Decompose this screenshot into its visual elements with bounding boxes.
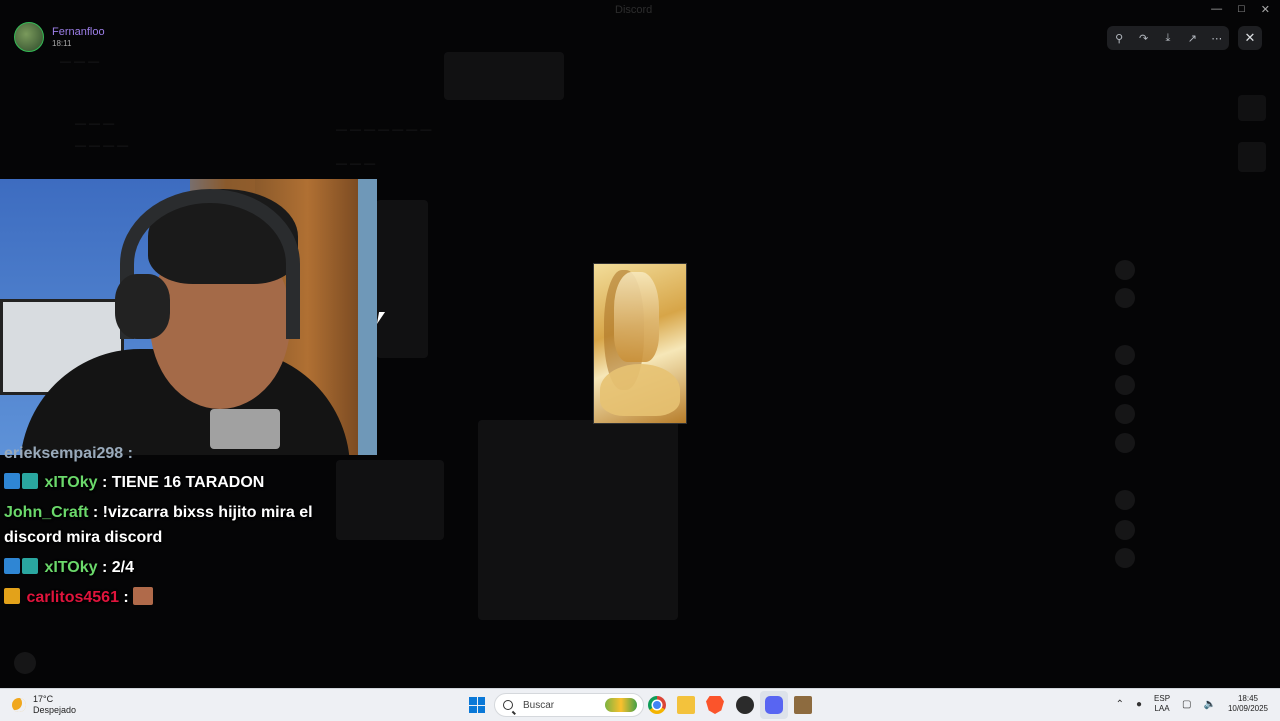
viewed-image[interactable]: [594, 264, 686, 423]
window-controls: — □ ✕: [1211, 3, 1270, 16]
ghost-text: — — — — — — —: [336, 124, 432, 136]
brave-icon[interactable]: [706, 696, 724, 714]
ghost-text: — — —: [75, 118, 115, 130]
chevron-up-icon[interactable]: ⌃: [1116, 699, 1124, 710]
image-author: Fernanfloo 18:11: [14, 22, 105, 52]
avatar[interactable]: [14, 22, 44, 52]
prime-badge-icon: [22, 558, 38, 574]
ghost-avatar: [1115, 404, 1135, 424]
author-name[interactable]: Fernanfloo: [52, 26, 105, 38]
discord-icon[interactable]: [765, 696, 783, 714]
weather-widget[interactable]: 17°C Despejado: [12, 694, 76, 716]
chat-message: carlitos4561 :: [4, 585, 374, 610]
ghost-avatar: [1115, 288, 1135, 308]
chrome-icon[interactable]: [648, 696, 666, 714]
download-icon[interactable]: ⤓: [1159, 29, 1177, 47]
emote-icon: [133, 587, 154, 605]
system-tray: ⌃ ● ESP LAA ▢ 🔈 18:45 10/09/2025: [1116, 694, 1268, 714]
cam-shelf: [358, 179, 377, 455]
webcam-overlay: [0, 179, 377, 455]
volume-icon[interactable]: 🔈: [1204, 699, 1216, 710]
crown-badge-icon: [4, 588, 20, 604]
chat-message: John_Craft : !vizcarra bixss hijito mira…: [4, 504, 313, 546]
chat-username: John_Craft: [4, 504, 89, 521]
weather-temp: 17°C: [33, 694, 54, 704]
chat-partial-line: erieksempai298 :: [4, 445, 133, 462]
ghost-text: — — — —: [75, 140, 129, 152]
maximize-icon[interactable]: □: [1238, 3, 1245, 16]
ghost-avatar: [14, 652, 36, 674]
ghost-avatar: [1115, 433, 1135, 453]
ghost-avatar: [1115, 260, 1135, 280]
ghost-text: — — —: [336, 158, 376, 170]
image-figure-base: [600, 364, 680, 416]
ghost-text: — — —: [60, 56, 100, 68]
ghost-avatar: [1115, 490, 1135, 510]
ghost-avatar: [1115, 520, 1135, 540]
clock[interactable]: 18:45 10/09/2025: [1228, 694, 1268, 714]
obs-icon[interactable]: [736, 696, 754, 714]
ghost-avatar: [1115, 548, 1135, 568]
chat-username: xITOky: [44, 559, 98, 576]
image-viewer-toolbar: ⚲ ↷ ⤓ ↗ ⋯: [1107, 26, 1229, 50]
chat-message: xITOky : TIENE 16 TARADON: [4, 470, 374, 495]
headphone-earcup: [115, 274, 170, 339]
ghost-avatar: [1115, 345, 1135, 365]
more-icon[interactable]: ⋯: [1208, 29, 1226, 47]
cam-shirt-print: [210, 409, 280, 449]
minimize-icon[interactable]: —: [1211, 3, 1222, 16]
ghost-avatar: [1115, 375, 1135, 395]
taskbar-search[interactable]: Buscar: [494, 693, 644, 717]
twitch-badge-icon: [4, 558, 20, 574]
close-icon: ✕: [1244, 30, 1256, 45]
taskbar: 17°C Despejado Buscar ⌃ ● ESP LAA ▢ 🔈 18…: [0, 688, 1280, 721]
moon-icon: [12, 698, 26, 712]
ghost-media: [444, 52, 564, 100]
language-indicator[interactable]: ESP LAA: [1154, 694, 1170, 714]
twitch-badge-icon: [4, 473, 20, 489]
window-title: Discord: [615, 4, 653, 16]
search-placeholder: Buscar: [523, 699, 555, 711]
ghost-media: [478, 420, 678, 620]
image-figure: [614, 272, 659, 362]
forward-icon[interactable]: ↷: [1135, 29, 1153, 47]
chat-username: xITOky: [44, 474, 98, 491]
weather-desc: Despejado: [33, 705, 77, 715]
microphone-icon[interactable]: ●: [1136, 699, 1142, 710]
minecraft-icon[interactable]: [794, 696, 812, 714]
chat-text: TIENE 16 TARADON: [111, 474, 265, 491]
ghost-media: [1238, 142, 1266, 172]
windows-start-icon[interactable]: [469, 697, 485, 713]
prime-badge-icon: [22, 473, 38, 489]
close-viewer-button[interactable]: ✕: [1238, 26, 1262, 50]
window-close-icon[interactable]: ✕: [1261, 3, 1270, 16]
ghost-media: [1238, 95, 1266, 121]
stream-chat: xITOky : TIENE 16 TARADON John_Craft : !…: [4, 470, 374, 615]
chat-text: 2/4: [111, 559, 134, 576]
search-highlight-icon: [605, 698, 637, 712]
post-time: 18:11: [52, 39, 72, 48]
network-icon[interactable]: ▢: [1182, 699, 1191, 710]
open-external-icon[interactable]: ↗: [1183, 29, 1201, 47]
chat-message: xITOky : 2/4: [4, 555, 374, 580]
ghost-media: [376, 200, 428, 358]
file-explorer-icon[interactable]: [677, 696, 695, 714]
chat-username: carlitos4561: [26, 589, 119, 606]
zoom-icon[interactable]: ⚲: [1110, 29, 1128, 47]
search-icon: [503, 700, 513, 710]
